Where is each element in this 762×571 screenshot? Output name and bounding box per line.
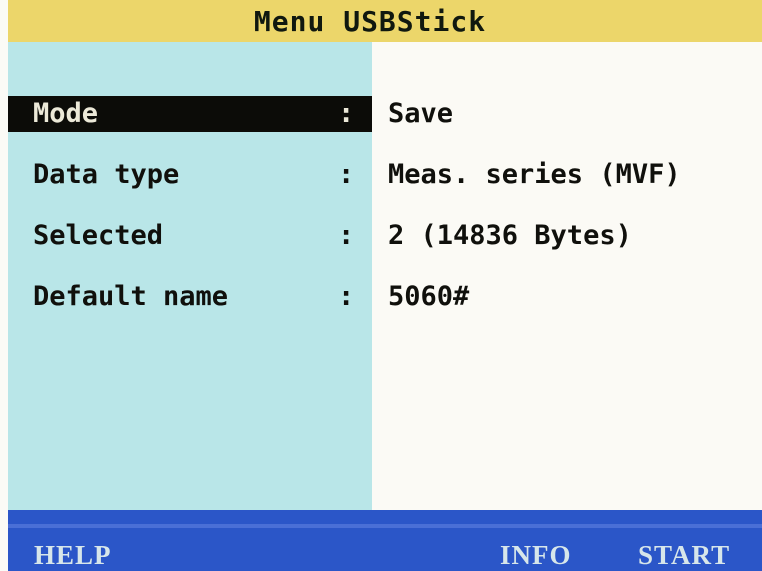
data-type-separator: :	[338, 159, 355, 190]
default-name-separator: :	[338, 281, 355, 312]
selected-separator: :	[338, 220, 355, 251]
default-name-value[interactable]: 5060#	[388, 279, 469, 315]
data-type-value[interactable]: Meas. series (MVF)	[388, 157, 681, 193]
mode-separator: :	[338, 98, 355, 129]
menu-title: Menu USBStick	[253, 4, 487, 38]
title-bar: Menu USBStick	[8, 0, 762, 42]
menu-row-default-name[interactable]: Default name : 5060#	[8, 279, 762, 315]
info-softkey[interactable]: INFO	[500, 540, 572, 571]
mode-label: Mode	[33, 98, 99, 129]
menu-row-selected[interactable]: Selected : 2 (14836 Bytes)	[8, 218, 762, 254]
device-screen: Menu USBStick Mode : Save Data type : Me…	[0, 0, 762, 571]
menu-row-mode[interactable]: Mode : Save	[8, 96, 762, 132]
selected-value[interactable]: 2 (14836 Bytes)	[388, 218, 632, 254]
default-name-label: Default name	[33, 281, 229, 312]
help-softkey[interactable]: HELP	[34, 540, 112, 571]
mode-value[interactable]: Save	[388, 96, 453, 132]
softkey-bar: HELP INFO START	[8, 510, 762, 571]
menu-row-data-type[interactable]: Data type : Meas. series (MVF)	[8, 157, 762, 193]
data-type-label: Data type	[33, 159, 180, 190]
start-softkey[interactable]: START	[638, 540, 730, 571]
selected-label: Selected	[33, 220, 164, 251]
softkey-bar-stripe	[8, 524, 762, 528]
